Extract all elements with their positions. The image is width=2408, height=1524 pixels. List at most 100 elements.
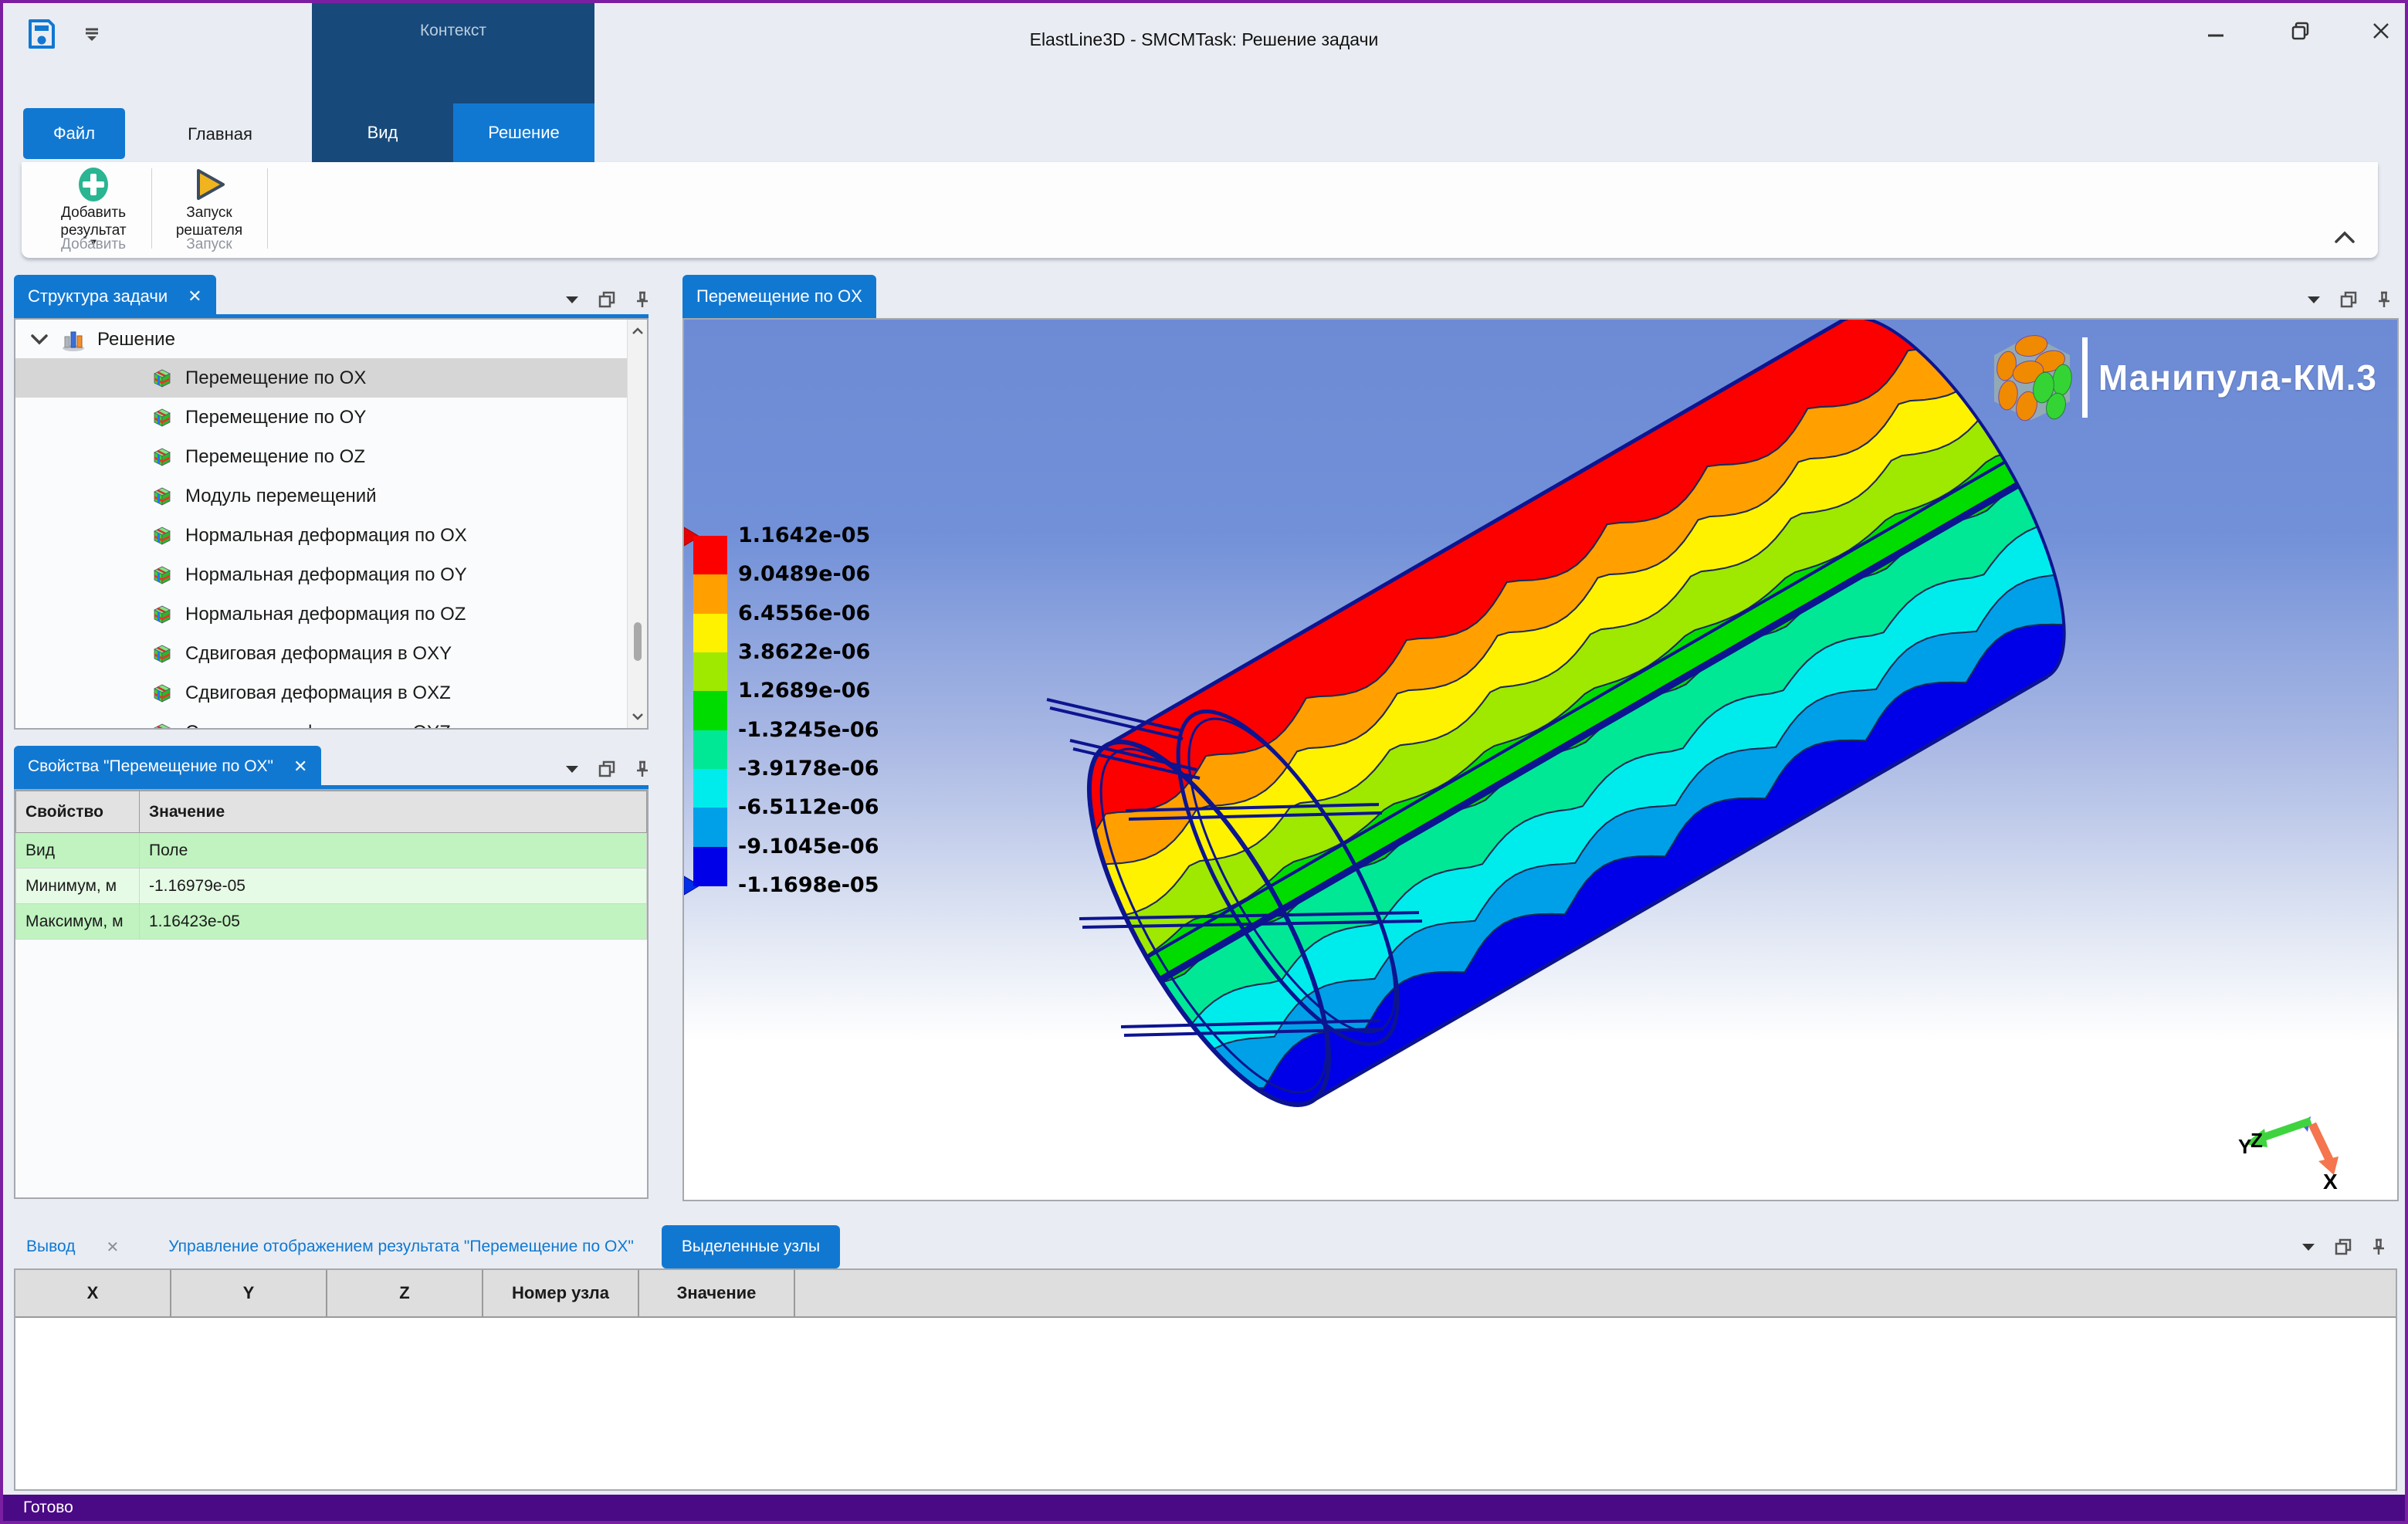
result-cube-icon [151, 643, 173, 665]
legend-value-label: 1.2689e-06 [738, 679, 870, 703]
tree-panel: Решение Перемещение по OX Перемещение по… [14, 318, 649, 730]
panel-float-icon[interactable] [598, 290, 616, 309]
panel-pin-icon[interactable] [635, 290, 650, 309]
brand-logo-divider [2082, 337, 2088, 418]
panel-menu-icon[interactable] [565, 295, 579, 304]
context-tab-group: Контекст [312, 3, 594, 103]
tab-result-display-control[interactable]: Управление отображением результата "Пере… [168, 1238, 634, 1256]
viewport-3d[interactable]: Манипула-КМ.3 1.1642e-059.0489e-066.4556… [682, 318, 2399, 1201]
tab-output-close-icon[interactable]: ✕ [107, 1238, 120, 1257]
panel-float-icon[interactable] [2339, 290, 2358, 309]
table-column-header[interactable]: Номер узла [483, 1270, 639, 1316]
panel-menu-icon[interactable] [2307, 295, 2321, 304]
legend-color-band [693, 769, 727, 808]
tab-selected-nodes[interactable]: Выделенные узлы [662, 1225, 840, 1268]
minimize-button[interactable] [2194, 14, 2237, 48]
scroll-up-icon[interactable] [628, 320, 648, 343]
close-button[interactable] [2359, 14, 2403, 48]
properties-col-name[interactable]: Свойство [16, 791, 140, 833]
tree-scrollbar[interactable] [627, 320, 647, 728]
context-group-label: Контекст [312, 22, 594, 40]
panel-menu-icon[interactable] [2301, 1242, 2315, 1251]
result-cube-icon [151, 525, 173, 547]
restore-button[interactable] [2279, 14, 2322, 48]
tree-item[interactable]: Сдвиговая деформация в OYZ [15, 713, 647, 730]
collapse-chevron-icon[interactable] [29, 333, 49, 347]
tree-item-label: Нормальная деформация по OX [185, 525, 467, 547]
result-cube-icon [151, 486, 173, 507]
status-bar: Готово [3, 1495, 2405, 1521]
properties-col-value[interactable]: Значение [140, 791, 647, 833]
table-column-header[interactable]: Значение [639, 1270, 795, 1316]
tree-item-label: Нормальная деформация по OZ [185, 604, 466, 625]
tree-scroll-thumb[interactable] [634, 622, 642, 661]
tree-root-row[interactable]: Решение [15, 320, 647, 358]
brand-logo: Манипула-КМ.3 [1988, 332, 2377, 423]
tree-item[interactable]: Сдвиговая деформация в OXZ [15, 673, 647, 713]
viewport-controls [2307, 290, 2392, 309]
axes-triad[interactable]: Z Y X [2234, 1092, 2357, 1194]
viewport-tab[interactable]: Перемещение по OX [682, 275, 876, 318]
legend-color-band [693, 574, 727, 614]
app-window: ElastLine3D - SMCMTask: Решение задачи К… [0, 0, 2408, 1524]
bottom-panel-controls [2301, 1238, 2386, 1256]
tree-item[interactable]: Перемещение по OZ [15, 437, 647, 476]
legend-color-band [693, 730, 727, 770]
tree-item[interactable]: Перемещение по OY [15, 398, 647, 437]
tree-item[interactable]: Нормальная деформация по OY [15, 555, 647, 594]
result-cube-icon [151, 407, 173, 428]
panel-float-icon[interactable] [2334, 1238, 2352, 1256]
tree-item[interactable]: Перемещение по OX [15, 358, 647, 398]
legend-value-label: 1.1642e-05 [738, 524, 870, 547]
tab-solution[interactable]: Решение [453, 103, 594, 162]
tab-home[interactable]: Главная [154, 107, 286, 162]
add-result-button[interactable]: Добавить результат ▼ [43, 165, 144, 239]
result-cube-icon [151, 367, 173, 389]
legend-value-label: -3.9178e-06 [738, 757, 879, 781]
tree-panel-tab[interactable]: Структура задачи ✕ [14, 275, 216, 318]
property-cell: Максимум, м [16, 904, 140, 940]
brand-logo-text: Манипула-КМ.3 [2098, 357, 2377, 398]
table-column-header[interactable]: X [15, 1270, 171, 1316]
tree-item-label: Перемещение по OX [185, 367, 366, 389]
tree-item[interactable]: Модуль перемещений [15, 476, 647, 516]
tree-item[interactable]: Нормальная деформация по OX [15, 516, 647, 555]
panel-menu-icon[interactable] [565, 764, 579, 774]
table-column-header[interactable]: Z [327, 1270, 483, 1316]
tab-output[interactable]: Вывод [26, 1238, 76, 1256]
panel-pin-icon[interactable] [2371, 1238, 2386, 1256]
ribbon-group-add: Добавить [43, 236, 144, 253]
collapse-ribbon-button[interactable] [2333, 230, 2356, 249]
tree-panel-close-icon[interactable]: ✕ [188, 286, 202, 306]
legend-value-label: -1.1698e-05 [738, 874, 879, 897]
result-cube-icon [151, 682, 173, 704]
properties-panel-tab[interactable]: Свойства "Перемещение по OX" ✕ [14, 746, 321, 787]
table-column-header[interactable]: Y [171, 1270, 327, 1316]
tree-item-label: Перемещение по OY [185, 407, 366, 428]
ribbon-group-run: Запуск [159, 236, 259, 253]
panel-pin-icon[interactable] [2376, 290, 2392, 309]
y-axis-arrow [2261, 1121, 2311, 1138]
property-cell: Минимум, м [16, 869, 140, 904]
legend-color-band [693, 536, 727, 575]
add-result-label-1: Добавить [61, 205, 126, 221]
legend-color-band [693, 614, 727, 653]
tab-file[interactable]: Файл [23, 108, 125, 159]
tab-view[interactable]: Вид [312, 103, 453, 162]
run-solver-button[interactable]: Запуск решателя [159, 165, 259, 239]
property-row[interactable]: Минимум, м-1.16979e-05 [16, 869, 647, 904]
properties-panel-close-icon[interactable]: ✕ [293, 757, 307, 777]
tree-item[interactable]: Сдвиговая деформация в OXY [15, 634, 647, 673]
property-row[interactable]: ВидПоле [16, 833, 647, 869]
restore-icon [2290, 20, 2311, 42]
panel-float-icon[interactable] [598, 760, 616, 778]
viewport-tab-label: Перемещение по OX [696, 286, 862, 306]
fem-model-cylinder[interactable] [684, 320, 2397, 1200]
tree-item[interactable]: Нормальная деформация по OZ [15, 594, 647, 634]
property-cell: -1.16979e-05 [140, 869, 647, 904]
property-row[interactable]: Максимум, м1.16423e-05 [16, 904, 647, 940]
scroll-down-icon[interactable] [628, 705, 648, 728]
panel-pin-icon[interactable] [635, 760, 650, 778]
result-cube-icon [151, 604, 173, 625]
properties-panel-title: Свойства "Перемещение по OX" [28, 757, 273, 776]
